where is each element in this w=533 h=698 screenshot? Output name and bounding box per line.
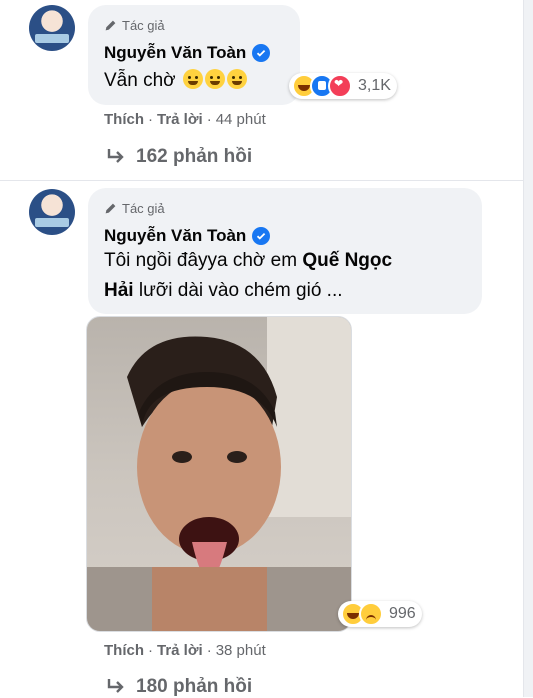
verified-icon [252, 227, 271, 245]
view-replies-link[interactable]: 162 phản hồi [106, 146, 252, 168]
emoji-icon [226, 69, 247, 89]
pencil-icon [105, 203, 116, 214]
comment-actions: Thích · Trả lời · 38 phút [104, 642, 266, 659]
love-reaction-icon [328, 74, 352, 98]
timestamp[interactable]: 44 phút [216, 111, 266, 128]
author-badge: Tác giả [104, 201, 165, 216]
comment-actions: Thích · Trả lời · 44 phút [104, 111, 266, 128]
reply-arrow-icon [107, 149, 124, 163]
reaction-count: 3,1K [358, 77, 391, 94]
author-badge: Tác giả [104, 18, 165, 33]
divider [0, 180, 523, 181]
verified-icon [252, 44, 271, 62]
mentioned-user[interactable]: Hải [104, 280, 134, 301]
sad-reaction-icon [359, 602, 383, 626]
timestamp[interactable]: 38 phút [216, 642, 266, 659]
reaction-count: 996 [389, 605, 416, 622]
reply-arrow-icon [107, 679, 124, 693]
comment-photo[interactable] [86, 316, 352, 632]
pencil-icon [105, 20, 116, 31]
reaction-summary[interactable]: 996 [338, 601, 422, 627]
emoji-icon [204, 69, 225, 89]
comment-text: Tôi ngồi đâyya chờ em Quế Ngọc Hải lưỡi … [104, 250, 393, 301]
view-replies-link[interactable]: 180 phản hồi [106, 676, 252, 698]
comment-text: Vẫn chờ [104, 66, 247, 96]
avatar[interactable] [29, 189, 75, 235]
like-button[interactable]: Thích [104, 642, 144, 659]
avatar[interactable] [29, 5, 75, 51]
reaction-summary[interactable]: 3,1K [289, 73, 397, 99]
like-button[interactable]: Thích [104, 111, 144, 128]
person-photo-illustration [87, 317, 351, 631]
reply-button[interactable]: Trả lời [157, 111, 203, 128]
author-name[interactable]: Nguyễn Văn Toàn [104, 43, 271, 63]
author-name[interactable]: Nguyễn Văn Toàn [104, 226, 271, 246]
reply-button[interactable]: Trả lời [157, 642, 203, 659]
mentioned-user[interactable]: Quế Ngọc [302, 250, 392, 271]
scrollbar-track[interactable] [523, 0, 533, 697]
emoji-icon [182, 69, 203, 89]
